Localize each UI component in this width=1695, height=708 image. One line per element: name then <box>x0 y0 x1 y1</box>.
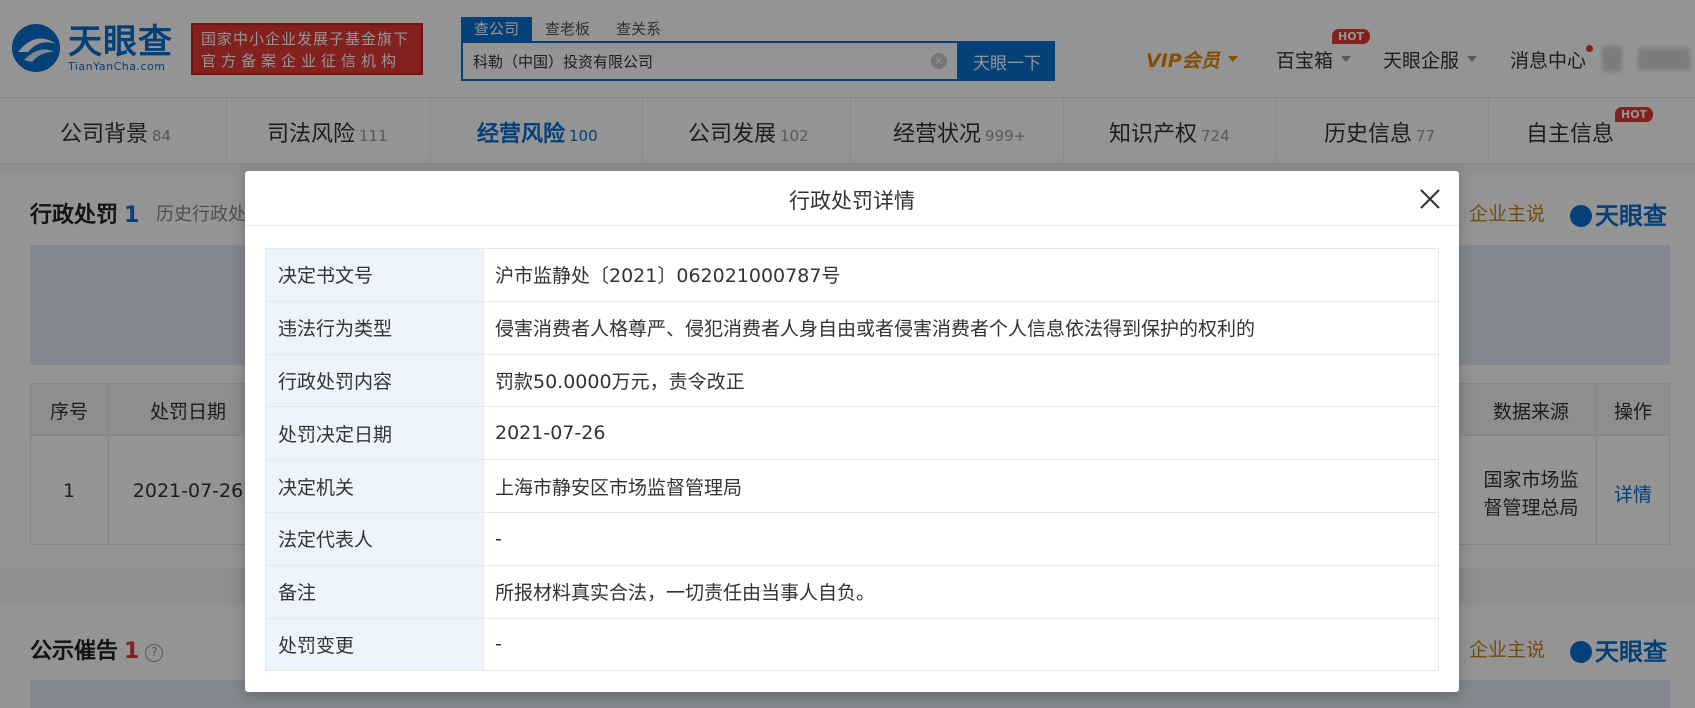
detail-key: 决定机关 <box>265 459 484 513</box>
dialog-header: 行政处罚详情 <box>245 171 1459 226</box>
detail-row-remarks: 备注 所报材料真实合法，一切责任由当事人自负。 <box>265 564 1439 619</box>
detail-value: 所报材料真实合法，一切责任由当事人自负。 <box>483 564 1439 619</box>
detail-key: 处罚决定日期 <box>265 406 484 461</box>
detail-key: 违法行为类型 <box>265 300 484 355</box>
detail-key: 处罚变更 <box>265 617 484 672</box>
detail-value: - <box>483 511 1439 566</box>
detail-row-penalty-content: 行政处罚内容 罚款50.0000万元，责令改正 <box>265 353 1439 408</box>
detail-value: - <box>483 617 1439 672</box>
close-icon[interactable] <box>1417 186 1443 212</box>
detail-key: 决定书文号 <box>265 248 484 302</box>
detail-row-legal-rep: 法定代表人 - <box>265 511 1439 566</box>
detail-value: 沪市监静处〔2021〕062021000787号 <box>483 248 1439 302</box>
detail-row-violation-type: 违法行为类型 侵害消费者人格尊严、侵犯消费者人身自由或者侵害消费者个人信息依法得… <box>265 300 1439 355</box>
detail-row-penalty-change: 处罚变更 - <box>265 617 1439 672</box>
dialog-title: 行政处罚详情 <box>789 189 915 213</box>
detail-row-decision-date: 处罚决定日期 2021-07-26 <box>265 406 1439 461</box>
detail-row-authority: 决定机关 上海市静安区市场监督管理局 <box>265 459 1439 513</box>
detail-value: 罚款50.0000万元，责令改正 <box>483 353 1439 408</box>
penalty-detail-dialog: 行政处罚详情 决定书文号 沪市监静处〔2021〕062021000787号 违法… <box>245 171 1459 692</box>
detail-key: 行政处罚内容 <box>265 353 484 408</box>
detail-key: 法定代表人 <box>265 511 484 566</box>
detail-key: 备注 <box>265 564 484 619</box>
detail-table: 决定书文号 沪市监静处〔2021〕062021000787号 违法行为类型 侵害… <box>265 248 1439 672</box>
detail-value: 2021-07-26 <box>483 406 1439 461</box>
detail-value: 上海市静安区市场监督管理局 <box>483 459 1439 513</box>
detail-value: 侵害消费者人格尊严、侵犯消费者人身自由或者侵害消费者个人信息依法得到保护的权利的 <box>483 300 1439 355</box>
detail-row-decision-number: 决定书文号 沪市监静处〔2021〕062021000787号 <box>265 248 1439 302</box>
